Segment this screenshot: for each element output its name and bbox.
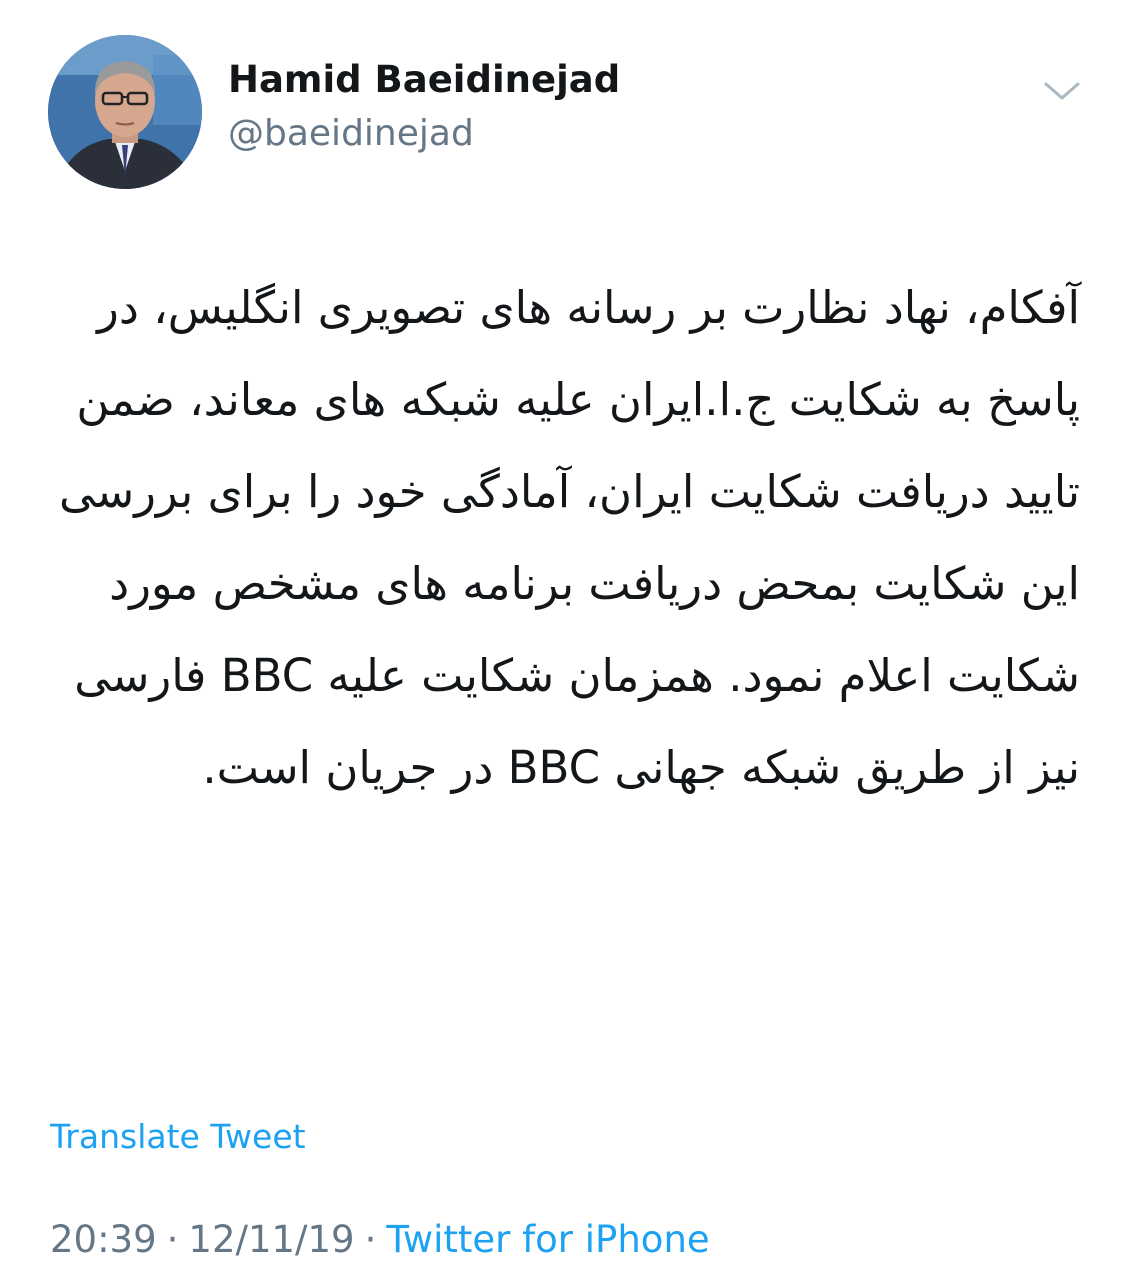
- user-info[interactable]: Hamid Baeidinejad @baeidinejad: [228, 52, 620, 160]
- more-options-button[interactable]: [1042, 76, 1082, 106]
- tweet-detail: Hamid Baeidinejad @baeidinejad آفکام، نه…: [0, 0, 1121, 1282]
- tweet-time[interactable]: 20:39: [50, 1218, 157, 1261]
- avatar-portrait-icon: [48, 35, 202, 189]
- meta-separator-2: ·: [364, 1218, 377, 1261]
- avatar[interactable]: [48, 35, 202, 189]
- tweet-text: آفکام، نهاد نظارت بر رسانه های تصویری ان…: [44, 281, 1080, 794]
- translate-tweet-link[interactable]: Translate Tweet: [50, 1112, 306, 1162]
- display-name[interactable]: Hamid Baeidinejad: [228, 52, 620, 108]
- tweet-metadata: 20:39 · 12/11/19 · Twitter for iPhone: [50, 1212, 710, 1268]
- meta-separator: ·: [166, 1218, 179, 1261]
- user-handle[interactable]: @baeidinejad: [228, 108, 620, 160]
- tweet-source-link[interactable]: Twitter for iPhone: [386, 1218, 709, 1261]
- chevron-down-icon: [1044, 82, 1080, 100]
- tweet-date[interactable]: 12/11/19: [188, 1218, 354, 1261]
